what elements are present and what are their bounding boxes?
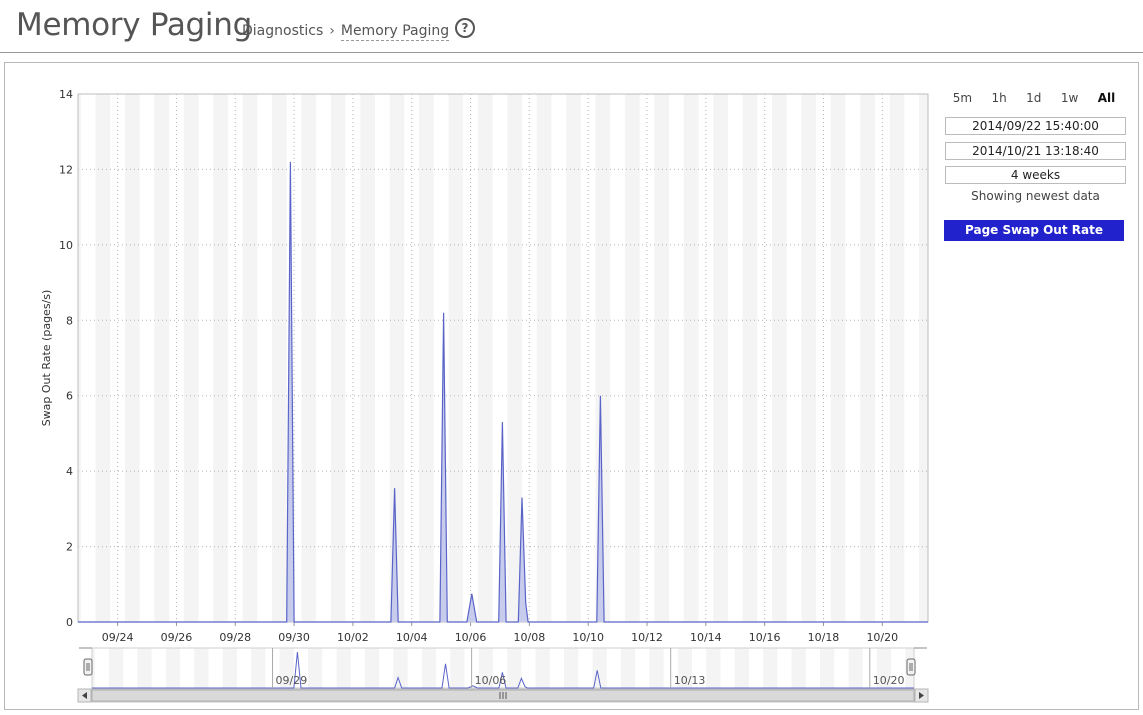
- day-band: [713, 94, 728, 622]
- x-tick-label: 10/10: [572, 631, 604, 644]
- navigator-day-band: [450, 648, 465, 688]
- navigator-day-band: [336, 648, 351, 688]
- day-band: [213, 94, 228, 622]
- navigator-day-band: [820, 648, 835, 688]
- y-tick-label: 10: [59, 239, 73, 252]
- x-tick-label: 10/20: [866, 631, 898, 644]
- navigator-tick-label: 09/29: [276, 674, 308, 687]
- y-tick-label: 0: [66, 616, 73, 629]
- x-tick-label: 10/02: [337, 631, 369, 644]
- x-tick-label: 09/26: [161, 631, 193, 644]
- range-all[interactable]: All: [1096, 91, 1118, 105]
- day-band: [830, 94, 846, 622]
- navigator-day-band: [393, 648, 408, 688]
- series-area: [78, 161, 928, 622]
- y-tick-label: 2: [66, 541, 73, 554]
- x-tick-label: 10/18: [808, 631, 840, 644]
- navigator-day-band: [108, 648, 124, 688]
- swap-out-rate-chart: 0 2 4 6 8 10 12 14 09/24 09/26 09/28 09/30 10/02 10/0…: [40, 88, 929, 703]
- x-tick-label: 10/14: [690, 631, 722, 644]
- navigator-day-band: [763, 648, 778, 688]
- day-band: [624, 94, 640, 622]
- navigator-tick-label: 10/20: [873, 674, 905, 687]
- navigator-day-band: [620, 648, 636, 688]
- range-1h[interactable]: 1h: [989, 91, 1008, 105]
- navigator-right-handle[interactable]: [906, 658, 916, 676]
- navigator-day-band: [308, 648, 323, 688]
- end-time-field[interactable]: 2014/10/21 13:18:40: [945, 142, 1126, 160]
- day-band: [154, 94, 170, 622]
- navigator-day-band: [421, 648, 437, 688]
- day-band: [242, 94, 258, 622]
- day-band: [477, 94, 493, 622]
- range-1d[interactable]: 1d: [1024, 91, 1043, 105]
- day-band: [301, 94, 317, 622]
- y-tick-label: 4: [66, 465, 73, 478]
- x-tick-label: 10/08: [514, 631, 546, 644]
- day-band: [360, 94, 375, 622]
- data-status-text: Showing newest data: [971, 189, 1100, 203]
- day-band: [419, 94, 434, 622]
- day-band: [654, 94, 670, 622]
- day-band: [272, 94, 287, 622]
- navigator-day-band: [734, 648, 749, 688]
- day-band: [507, 94, 523, 622]
- day-band: [536, 94, 552, 622]
- day-band: [330, 94, 346, 622]
- navigator-day-band: [194, 648, 209, 688]
- x-tick-label: 10/06: [455, 631, 487, 644]
- navigator-left-handle[interactable]: [83, 658, 93, 676]
- legend-page-swap-out-rate[interactable]: Page Swap Out Rate: [944, 220, 1124, 241]
- y-axis-label: Swap Out Rate (pages/s): [40, 290, 53, 427]
- day-band: [95, 94, 111, 622]
- navigator-tick-label: 10/13: [674, 674, 706, 687]
- day-band: [860, 94, 875, 622]
- day-band: [448, 94, 464, 622]
- day-band: [919, 94, 928, 622]
- navigator-day-band: [564, 648, 579, 688]
- day-band: [772, 94, 787, 622]
- navigator-day-band: [791, 648, 806, 688]
- range-1w[interactable]: 1w: [1059, 91, 1080, 105]
- day-band: [889, 94, 905, 622]
- x-tick-label: 09/30: [278, 631, 310, 644]
- day-band: [683, 94, 699, 622]
- day-band: [801, 94, 817, 622]
- day-band: [742, 94, 758, 622]
- navigator-day-band: [706, 648, 721, 688]
- day-band: [389, 94, 405, 622]
- navigator-day-band: [137, 648, 152, 688]
- navigator-day-band: [535, 648, 550, 688]
- y-tick-label: 8: [66, 314, 73, 327]
- navigator-day-band: [507, 648, 522, 688]
- duration-field[interactable]: 4 weeks: [945, 166, 1126, 184]
- day-band: [124, 94, 140, 622]
- x-tick-label: 10/04: [396, 631, 428, 644]
- day-band: [183, 94, 199, 622]
- day-band: [566, 94, 581, 622]
- x-tick-label: 10/16: [749, 631, 781, 644]
- y-tick-label: 12: [59, 163, 73, 176]
- navigator-day-band: [848, 648, 863, 688]
- start-time-field[interactable]: 2014/09/22 15:40:00: [945, 117, 1126, 135]
- y-tick-label: 14: [59, 88, 73, 101]
- x-tick-label: 10/12: [631, 631, 663, 644]
- time-range-selector: 5m 1h 1d 1w All: [943, 91, 1125, 105]
- range-5m[interactable]: 5m: [951, 91, 974, 105]
- navigator-day-band: [364, 648, 380, 688]
- navigator-day-band: [251, 648, 266, 688]
- navigator-day-band: [222, 648, 237, 688]
- navigator-tick-label: 10/06: [475, 674, 507, 687]
- x-tick-label: 09/24: [102, 631, 134, 644]
- y-tick-label: 6: [66, 390, 73, 403]
- navigator-day-band: [165, 648, 181, 688]
- navigator-day-band: [649, 648, 664, 688]
- x-tick-label: 09/28: [219, 631, 251, 644]
